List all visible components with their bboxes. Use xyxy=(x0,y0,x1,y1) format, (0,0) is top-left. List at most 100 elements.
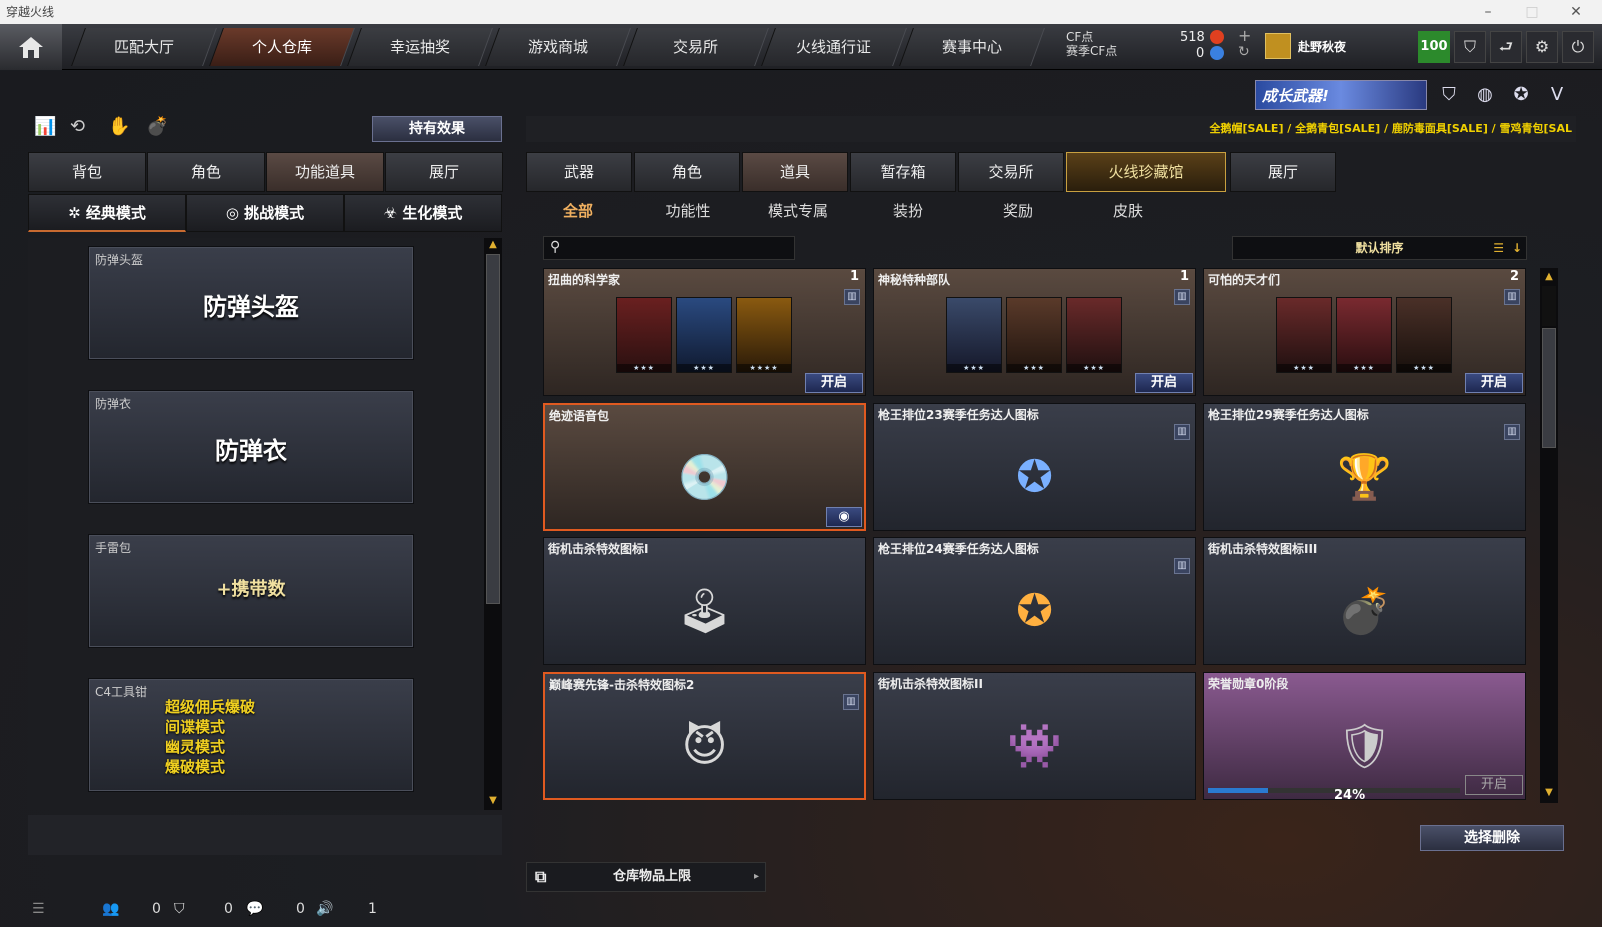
nav-tab-lucky-draw[interactable]: 幸运抽奖 xyxy=(347,28,493,66)
power-icon[interactable]: ⏻ xyxy=(1562,31,1594,63)
right-tab-collection[interactable]: 火线珍藏馆 xyxy=(1066,152,1226,192)
item-card[interactable]: 荣誉勋章0阶段 🛡 24% 开启 xyxy=(1203,672,1526,800)
trash-icon[interactable]: ▥ xyxy=(843,694,859,710)
stats-icon[interactable]: 📊 xyxy=(34,116,56,137)
mode-tab-challenge[interactable]: ◎ 挑战模式 xyxy=(186,194,344,232)
open-button[interactable]: 开启 xyxy=(1465,373,1523,393)
subtab-skin[interactable]: 皮肤 xyxy=(1073,196,1183,228)
list-item[interactable]: 手雷包 +携带数 xyxy=(88,534,414,648)
grenade-icon[interactable]: 💣 xyxy=(146,116,168,137)
minimize-icon[interactable]: – xyxy=(1468,0,1508,24)
trash-icon[interactable]: ▥ xyxy=(1174,424,1190,440)
username[interactable]: 赴野秋夜 xyxy=(1298,38,1346,55)
trash-icon[interactable]: ▥ xyxy=(1174,558,1190,574)
friends-icon[interactable]: 👥 xyxy=(102,901,119,917)
item-card[interactable]: 街机击杀特效图标II 👾 xyxy=(873,672,1196,800)
chat-icon[interactable]: 💬 xyxy=(246,901,263,917)
item-card[interactable]: 枪王排位24赛季任务达人图标 ▥ ✪ xyxy=(873,537,1196,665)
left-tab-character[interactable]: 角色 xyxy=(147,152,265,192)
trash-icon[interactable]: ▥ xyxy=(1504,289,1520,305)
close-icon[interactable]: ✕ xyxy=(1556,0,1596,24)
home-button[interactable] xyxy=(0,24,62,70)
scroll-thumb[interactable] xyxy=(486,254,500,604)
nav-tab-game-mall[interactable]: 游戏商城 xyxy=(485,28,631,66)
item-card[interactable]: 街机击杀特效图标III 💣 xyxy=(1203,537,1526,665)
sort-down-icon[interactable]: ↓ xyxy=(1512,237,1522,259)
volume-icon[interactable]: 🔊 xyxy=(316,901,333,917)
item-card[interactable]: 可怕的天才们 2 ▥ ★★★ ★★★ ★★★ 开启 xyxy=(1203,268,1526,396)
right-tab-showroom[interactable]: 展厅 xyxy=(1230,152,1336,192)
item-card[interactable]: 绝迹语音包 💿 ◉ xyxy=(543,403,866,531)
refresh-icon[interactable]: ↻ xyxy=(1238,44,1250,60)
item-card[interactable]: 枪王排位29赛季任务达人图标 ▥ 🏆 xyxy=(1203,403,1526,531)
badge-icon[interactable]: ✪ xyxy=(1508,82,1534,108)
nav-tab-event-center[interactable]: 赛事中心 xyxy=(899,28,1045,66)
subtab-functional[interactable]: 功能性 xyxy=(633,196,743,228)
right-tab-exchange[interactable]: 交易所 xyxy=(958,152,1064,192)
open-button[interactable]: 开启 xyxy=(1465,775,1523,795)
vip-icon[interactable]: V xyxy=(1544,82,1570,108)
subtab-cosmetic[interactable]: 装扮 xyxy=(853,196,963,228)
open-button[interactable]: 开启 xyxy=(805,373,863,393)
nav-tab-exchange[interactable]: 交易所 xyxy=(623,28,769,66)
history-icon[interactable]: ⟲ xyxy=(70,116,85,137)
mode-tab-classic[interactable]: ✲ 经典模式 xyxy=(28,194,186,232)
trash-icon[interactable]: ▥ xyxy=(1174,289,1190,305)
nav-tab-match-lobby[interactable]: 匹配大厅 xyxy=(71,28,217,66)
item-card[interactable]: 巅峰赛先锋-击杀特效图标2 ▥ 😈 xyxy=(543,672,866,800)
trash-icon[interactable]: ▥ xyxy=(1504,424,1520,440)
expand-arrow-icon[interactable]: ▸ xyxy=(754,863,759,891)
left-tab-function-items[interactable]: 功能道具 xyxy=(266,152,384,192)
open-button[interactable]: 开启 xyxy=(1135,373,1193,393)
list-icon[interactable]: ☰ xyxy=(1493,237,1504,259)
gear-icon[interactable]: ⚙ xyxy=(1526,31,1558,63)
clan-icon[interactable]: ⛉ xyxy=(174,901,185,917)
use-button[interactable]: ◉ xyxy=(826,507,862,527)
subtab-mode-exclusive[interactable]: 模式专属 xyxy=(743,196,853,228)
search-input[interactable] xyxy=(570,239,790,257)
nav-tab-personal-storage[interactable]: 个人仓库 xyxy=(209,28,355,66)
mode-tab-zombie[interactable]: ☣ 生化模式 xyxy=(344,194,502,232)
subtab-all[interactable]: 全部 xyxy=(523,196,633,228)
shield-icon[interactable]: ⛉ xyxy=(1454,31,1486,63)
item-card[interactable]: 神秘特种部队 1 ▥ ★★★ ★★★ ★★★ 开启 xyxy=(873,268,1196,396)
scroll-up-icon[interactable]: ▲ xyxy=(485,238,501,252)
select-delete-button[interactable]: 选择删除 xyxy=(1420,825,1564,851)
globe-icon[interactable]: ◍ xyxy=(1472,82,1498,108)
scroll-down-icon[interactable]: ▼ xyxy=(485,794,501,808)
subtab-reward[interactable]: 奖励 xyxy=(963,196,1073,228)
promo-banner[interactable]: 成长武器! xyxy=(1255,80,1427,110)
left-scrollbar[interactable]: ▲ ▼ xyxy=(484,238,502,810)
trash-icon[interactable]: ▥ xyxy=(844,289,860,305)
right-tab-items[interactable]: 道具 xyxy=(742,152,848,192)
list-item[interactable]: 防弹头盔 防弹头盔 xyxy=(88,246,414,360)
item-card[interactable]: 枪王排位23赛季任务达人图标 ▥ ✪ xyxy=(873,403,1196,531)
level-badge[interactable]: 100 xyxy=(1418,31,1450,63)
nav-tab-battle-pass[interactable]: 火线通行证 xyxy=(761,28,907,66)
list-item[interactable]: C4工具钳 超级佣兵爆破 间谍模式 幽灵模式 爆破模式 xyxy=(88,678,414,792)
search-box[interactable]: ⚲ xyxy=(543,236,795,260)
right-tab-weapons[interactable]: 武器 xyxy=(526,152,632,192)
sale-ticker[interactable]: 全鹅帽[SALE] / 全鹅青包[SALE] / 鹿防毒面具[SALE] / 雪… xyxy=(526,116,1576,142)
item-card[interactable]: 街机击杀特效图标I 🕹 xyxy=(543,537,866,665)
v-shield-icon[interactable]: ⛉ xyxy=(1436,82,1462,108)
sort-dropdown[interactable]: 默认排序 ☰ ↓ xyxy=(1232,236,1527,260)
effects-button[interactable]: 持有效果 xyxy=(372,116,502,142)
item-card[interactable]: 扭曲的科学家 1 ▥ ★★★ ★★★ ★★★★ 开启 xyxy=(543,268,866,396)
character-icon[interactable]: ✋ xyxy=(108,116,130,137)
menu-icon[interactable]: ☰ xyxy=(32,901,45,917)
scroll-down-icon[interactable]: ▼ xyxy=(1541,786,1557,800)
scroll-up-icon[interactable]: ▲ xyxy=(1541,270,1557,284)
rank-badge-icon[interactable] xyxy=(1265,33,1291,59)
right-tab-character[interactable]: 角色 xyxy=(634,152,740,192)
right-tab-temp-box[interactable]: 暂存箱 xyxy=(850,152,956,192)
left-tab-bag[interactable]: 背包 xyxy=(28,152,146,192)
add-cf-icon[interactable]: + xyxy=(1238,26,1251,45)
scroll-thumb[interactable] xyxy=(1542,328,1556,448)
exit-room-icon[interactable]: ⮐ xyxy=(1490,31,1522,63)
maximize-icon[interactable]: □ xyxy=(1512,0,1552,24)
left-tab-showroom[interactable]: 展厅 xyxy=(385,152,503,192)
grid-scrollbar[interactable]: ▲ ▼ xyxy=(1540,268,1558,803)
storage-limit-bar[interactable]: ⧉ 仓库物品上限 ▸ xyxy=(526,862,766,892)
list-item[interactable]: 防弹衣 防弹衣 xyxy=(88,390,414,504)
